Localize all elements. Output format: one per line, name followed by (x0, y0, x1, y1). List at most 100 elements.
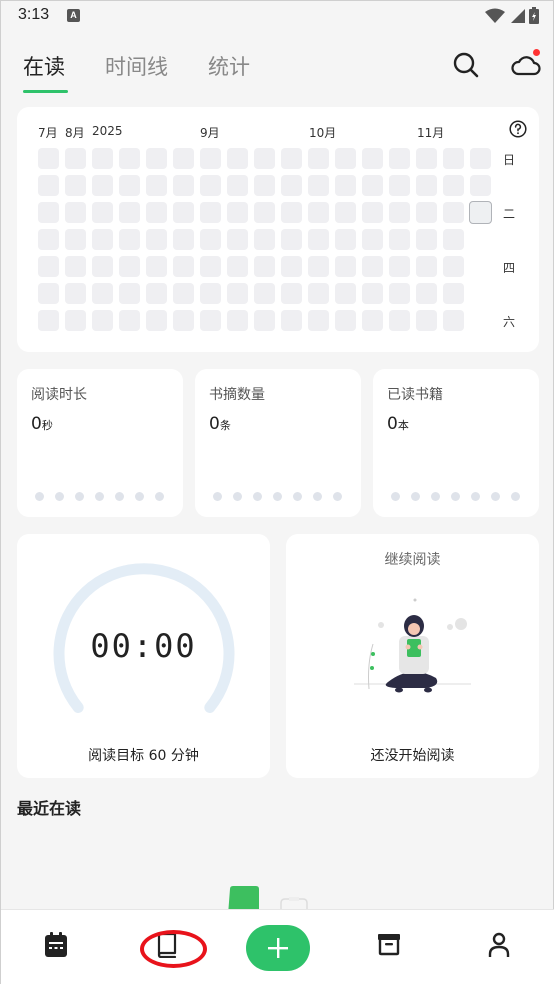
heatmap-cell[interactable] (200, 202, 221, 223)
heatmap-cell[interactable] (416, 229, 437, 250)
heatmap-cell[interactable] (227, 256, 248, 277)
heatmap-cell[interactable] (362, 202, 383, 223)
heatmap-cell[interactable] (119, 175, 140, 196)
heatmap-cell[interactable] (389, 202, 410, 223)
heatmap-cell-today[interactable] (469, 201, 492, 224)
stat-card-excerpts[interactable]: 书摘数量 0条 (195, 369, 361, 517)
heatmap-cell[interactable] (200, 175, 221, 196)
heatmap-cell[interactable] (389, 229, 410, 250)
heatmap-cell[interactable] (335, 202, 356, 223)
heatmap-cell[interactable] (227, 175, 248, 196)
heatmap-cell[interactable] (443, 310, 464, 331)
heatmap-cell[interactable] (443, 256, 464, 277)
search-icon[interactable] (452, 51, 480, 79)
heatmap-cell[interactable] (308, 256, 329, 277)
heatmap-cell[interactable] (65, 283, 86, 304)
heatmap-cell[interactable] (308, 310, 329, 331)
heatmap-cell[interactable] (200, 310, 221, 331)
help-icon[interactable] (509, 120, 527, 138)
heatmap-cell[interactable] (362, 229, 383, 250)
heatmap-cell[interactable] (335, 256, 356, 277)
heatmap-cell[interactable] (470, 148, 491, 169)
heatmap-cell[interactable] (308, 229, 329, 250)
heatmap-cell[interactable] (92, 148, 113, 169)
heatmap-cell[interactable] (146, 148, 167, 169)
heatmap-cell[interactable] (416, 175, 437, 196)
heatmap-cell[interactable] (254, 310, 275, 331)
heatmap-cell[interactable] (443, 283, 464, 304)
heatmap-cell[interactable] (335, 148, 356, 169)
heatmap-cell[interactable] (146, 283, 167, 304)
heatmap-cell[interactable] (65, 310, 86, 331)
heatmap-cell[interactable] (389, 256, 410, 277)
heatmap-cell[interactable] (227, 202, 248, 223)
heatmap-cell[interactable] (389, 175, 410, 196)
tab-timeline[interactable]: 时间线 (105, 51, 168, 81)
tab-reading[interactable]: 在读 (23, 51, 65, 81)
heatmap-cell[interactable] (281, 202, 302, 223)
heatmap-cell[interactable] (281, 310, 302, 331)
heatmap-cell[interactable] (362, 175, 383, 196)
heatmap-cell[interactable] (416, 148, 437, 169)
heatmap-cell[interactable] (119, 256, 140, 277)
heatmap-cell[interactable] (92, 229, 113, 250)
heatmap-cell[interactable] (200, 256, 221, 277)
heatmap-cell[interactable] (389, 310, 410, 331)
heatmap-cell[interactable] (308, 283, 329, 304)
heatmap-cell[interactable] (227, 283, 248, 304)
heatmap-cell[interactable] (38, 229, 59, 250)
heatmap-cell[interactable] (92, 202, 113, 223)
calendar-icon[interactable] (44, 932, 68, 958)
heatmap-cell[interactable] (173, 310, 194, 331)
add-button[interactable] (246, 925, 310, 971)
heatmap-cell[interactable] (146, 175, 167, 196)
heatmap-cell[interactable] (308, 148, 329, 169)
heatmap-cell[interactable] (200, 283, 221, 304)
heatmap-cell[interactable] (443, 202, 464, 223)
stat-card-books-read[interactable]: 已读书籍 0本 (373, 369, 539, 517)
heatmap-cell[interactable] (335, 310, 356, 331)
heatmap-cell[interactable] (254, 202, 275, 223)
heatmap-cell[interactable] (119, 202, 140, 223)
heatmap-cell[interactable] (173, 148, 194, 169)
heatmap-cell[interactable] (38, 310, 59, 331)
heatmap-cell[interactable] (146, 310, 167, 331)
continue-reading-card[interactable]: 继续阅读 还没开始阅读 (286, 534, 539, 778)
heatmap-cell[interactable] (65, 175, 86, 196)
heatmap-cell[interactable] (92, 175, 113, 196)
heatmap-cell[interactable] (173, 256, 194, 277)
heatmap-cell[interactable] (254, 175, 275, 196)
heatmap-cell[interactable] (200, 148, 221, 169)
heatmap-cell[interactable] (173, 229, 194, 250)
cloud-sync-icon[interactable] (511, 54, 541, 76)
heatmap-cell[interactable] (227, 310, 248, 331)
heatmap-cell[interactable] (146, 202, 167, 223)
heatmap-cell[interactable] (173, 283, 194, 304)
heatmap-cell[interactable] (65, 229, 86, 250)
heatmap-cell[interactable] (335, 229, 356, 250)
heatmap-cell[interactable] (146, 256, 167, 277)
heatmap-cell[interactable] (119, 148, 140, 169)
heatmap-cell[interactable] (173, 202, 194, 223)
heatmap-cell[interactable] (281, 229, 302, 250)
profile-icon[interactable] (488, 932, 510, 958)
heatmap-cell[interactable] (227, 229, 248, 250)
heatmap-cell[interactable] (335, 175, 356, 196)
heatmap-cell[interactable] (389, 148, 410, 169)
tab-statistics[interactable]: 统计 (208, 51, 250, 81)
heatmap-cell[interactable] (362, 256, 383, 277)
heatmap-cell[interactable] (38, 202, 59, 223)
heatmap-cell[interactable] (38, 148, 59, 169)
reading-timer-card[interactable]: 00:00 阅读目标 60 分钟 (17, 534, 270, 778)
heatmap-cell[interactable] (92, 283, 113, 304)
heatmap-cell[interactable] (389, 283, 410, 304)
heatmap-cell[interactable] (416, 283, 437, 304)
heatmap-cell[interactable] (65, 256, 86, 277)
heatmap-cell[interactable] (119, 283, 140, 304)
heatmap-cell[interactable] (254, 229, 275, 250)
heatmap-cell[interactable] (443, 229, 464, 250)
heatmap-cell[interactable] (92, 310, 113, 331)
heatmap-cell[interactable] (335, 283, 356, 304)
heatmap-cell[interactable] (38, 256, 59, 277)
heatmap-cell[interactable] (362, 310, 383, 331)
